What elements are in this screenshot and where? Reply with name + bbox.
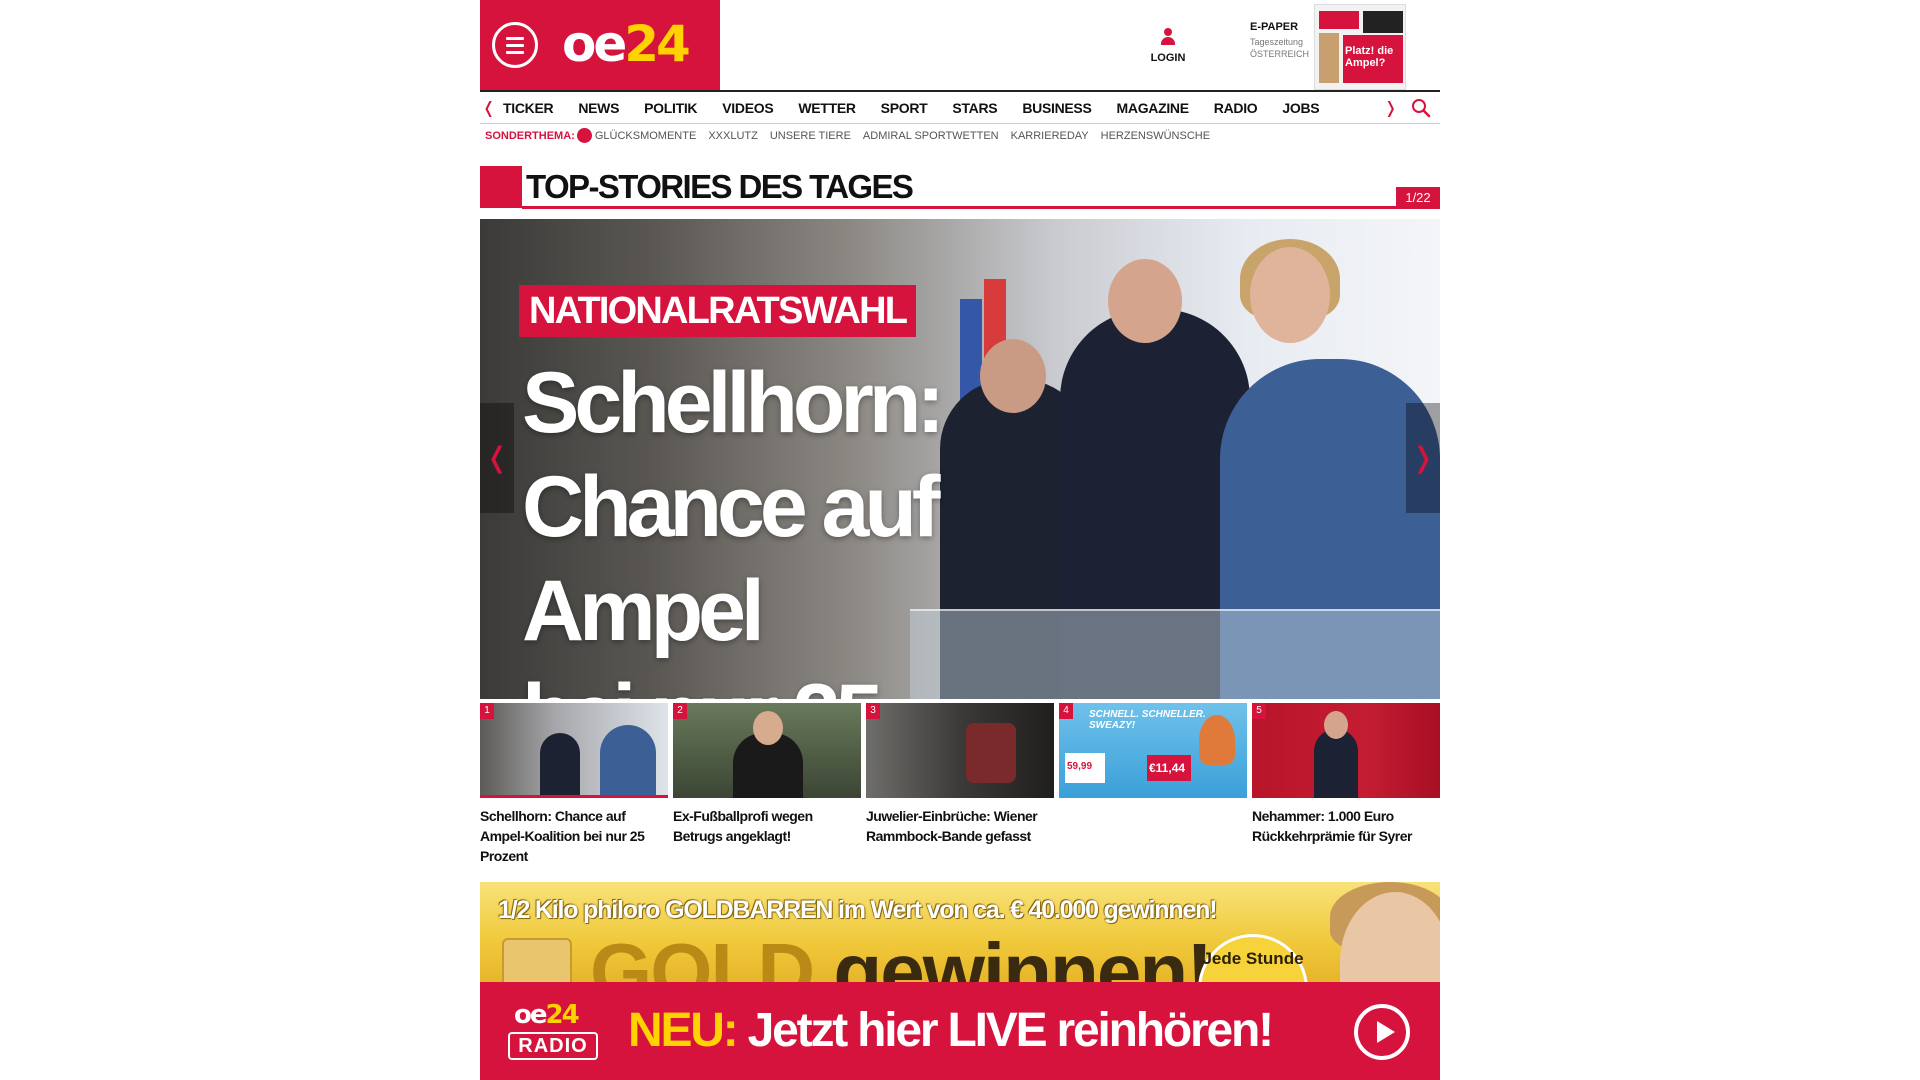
gold-ad-headline: 1/2 Kilo philoro GOLDBARREN im Wert von … bbox=[498, 896, 1218, 924]
nav-item-videos[interactable]: VIDEOS bbox=[722, 100, 773, 116]
thumbnail-number: 1 bbox=[480, 703, 494, 719]
section-title: TOP-STORIES DES TAGES bbox=[526, 168, 914, 205]
thumbnail-caption: Schellhorn: Chance auf Ampel-Koalition b… bbox=[480, 808, 645, 864]
special-topic-admiral[interactable]: ADMIRAL SPORTWETTEN bbox=[863, 130, 999, 142]
special-topics-bar: SONDERTHEMA: GLÜCKSMOMENTE XXXLUTZ UNSER… bbox=[485, 128, 1222, 143]
login-label: LOGIN bbox=[1150, 52, 1186, 64]
special-topic-unsere-tiere[interactable]: UNSERE TIERE bbox=[770, 130, 851, 142]
nav-item-sport[interactable]: SPORT bbox=[881, 100, 928, 116]
nav-item-news[interactable]: NEWS bbox=[578, 100, 619, 116]
special-topic-karriereday[interactable]: KARRIEREDAY bbox=[1011, 130, 1089, 142]
epaper-label: E-PAPER bbox=[1250, 21, 1299, 33]
story-thumbnail-2[interactable]: 2 Ex-Fußballprofi wegen Betrugs angeklag… bbox=[673, 703, 861, 846]
nav-item-radio[interactable]: RADIO bbox=[1214, 100, 1258, 116]
special-topic-xxxlutz[interactable]: XXXLUTZ bbox=[708, 130, 758, 142]
site-header-logo-area: oe24 bbox=[480, 0, 720, 90]
epaper-link[interactable]: E-PAPER Tageszeitung ÖSTERREICH bbox=[1250, 21, 1309, 59]
hamburger-menu-icon[interactable] bbox=[492, 22, 538, 68]
story-thumbnail-5[interactable]: 5 Nehammer: 1.000 Euro Rückkehrprämie fü… bbox=[1252, 703, 1440, 846]
ad-price-1: 59,99 bbox=[1067, 761, 1093, 772]
special-topic-herzenswuensche[interactable]: HERZENSWÜNSCHE bbox=[1101, 130, 1210, 142]
gold-ad-badge: Jede Stunde bbox=[1198, 934, 1308, 982]
main-navigation: ❬ TICKER NEWS POLITIK VIDEOS WETTER SPOR… bbox=[480, 90, 1440, 124]
thumbnail-caption: Ex-Fußballprofi wegen Betrugs angeklagt! bbox=[673, 808, 813, 844]
ad-price-2: €11,44 bbox=[1149, 761, 1186, 775]
oe24-logo[interactable]: oe24 bbox=[562, 14, 691, 74]
thumbnail-number: 5 bbox=[1252, 703, 1266, 719]
nav-scroll-left-icon[interactable]: ❬ bbox=[482, 98, 495, 118]
gift-icon bbox=[576, 128, 592, 143]
hero-kicker: NATIONALRATSWAHL bbox=[519, 285, 917, 337]
top-stories-header: TOP-STORIES DES TAGES 1/22 bbox=[480, 166, 1440, 210]
nav-item-politik[interactable]: POLITIK bbox=[644, 100, 697, 116]
epaper-cover-headline: Platz! die Ampel? bbox=[1345, 45, 1394, 69]
nav-scroll-right-icon[interactable]: ❭ bbox=[1384, 98, 1397, 118]
gold-bar-image bbox=[502, 938, 572, 982]
story-thumbnail-1[interactable]: 1 Schellhorn: Chance auf Ampel-Koalition… bbox=[480, 703, 668, 866]
nav-item-magazine[interactable]: MAGAZINE bbox=[1117, 100, 1190, 116]
hero-headline[interactable]: Schellhorn: Chance auf Ampel bei nur 25 … bbox=[522, 351, 1172, 699]
nav-item-jobs[interactable]: JOBS bbox=[1282, 100, 1319, 116]
nav-item-business[interactable]: BUSINESS bbox=[1022, 100, 1091, 116]
epaper-cover-thumbnail[interactable]: Platz! die Ampel? bbox=[1314, 4, 1406, 90]
slide-counter: 1/22 bbox=[1396, 187, 1440, 209]
hero-slide[interactable]: NATIONALRATSWAHL Schellhorn: Chance auf … bbox=[480, 219, 1440, 699]
section-divider bbox=[522, 206, 1440, 209]
radio-cta-text: NEU: Jetzt hier LIVE reinhören! bbox=[628, 1004, 1274, 1057]
carousel-prev-icon[interactable]: ❬ bbox=[480, 403, 514, 513]
story-thumbnail-3[interactable]: 3 Juwelier-Einbrüche: Wiener Rammbock-Ba… bbox=[866, 703, 1054, 846]
gold-ad-banner[interactable]: 1/2 Kilo philoro GOLDBARREN im Wert von … bbox=[480, 882, 1440, 982]
oe24-radio-logo: oe24 RADIO bbox=[508, 1000, 602, 1064]
thumbnail-caption: Juwelier-Einbrüche: Wiener Rammbock-Band… bbox=[866, 808, 1038, 844]
special-topics-label: SONDERTHEMA: bbox=[485, 129, 575, 142]
nav-item-ticker[interactable]: TICKER bbox=[503, 100, 554, 116]
thumbnail-caption: Nehammer: 1.000 Euro Rückkehrprämie für … bbox=[1252, 808, 1412, 844]
gold-ad-big-text: GOLD gewinnen! bbox=[590, 927, 1213, 983]
thumbnail-number: 2 bbox=[673, 703, 687, 719]
search-icon[interactable] bbox=[1411, 98, 1431, 118]
nav-item-stars[interactable]: STARS bbox=[952, 100, 997, 116]
epaper-subtitle: Tageszeitung bbox=[1250, 37, 1304, 47]
user-icon bbox=[1161, 28, 1175, 46]
special-topic-gluecksmomente[interactable]: GLÜCKSMOMENTE bbox=[595, 130, 696, 142]
epaper-country: ÖSTERREICH bbox=[1250, 49, 1310, 59]
page: oe24 LOGIN E-PAPER Tageszeitung ÖSTERREI… bbox=[480, 0, 1440, 1080]
thumbnail-number: 4 bbox=[1059, 703, 1073, 719]
thumbnail-number: 3 bbox=[866, 703, 880, 719]
radio-live-bar[interactable]: oe24 RADIO NEU: Jetzt hier LIVE reinhöre… bbox=[480, 982, 1440, 1080]
section-marker bbox=[480, 166, 522, 208]
carousel-next-icon[interactable]: ❭ bbox=[1406, 403, 1440, 513]
login-button[interactable]: LOGIN bbox=[1148, 28, 1188, 64]
nav-item-wetter[interactable]: WETTER bbox=[798, 100, 856, 116]
story-thumbnails: 1 Schellhorn: Chance auf Ampel-Koalition… bbox=[480, 703, 1440, 866]
story-thumbnail-4-ad[interactable]: SCHNELL. SCHNELLER. SWEAZY! 59,99 €11,44… bbox=[1059, 703, 1247, 806]
play-icon[interactable] bbox=[1354, 1004, 1410, 1060]
